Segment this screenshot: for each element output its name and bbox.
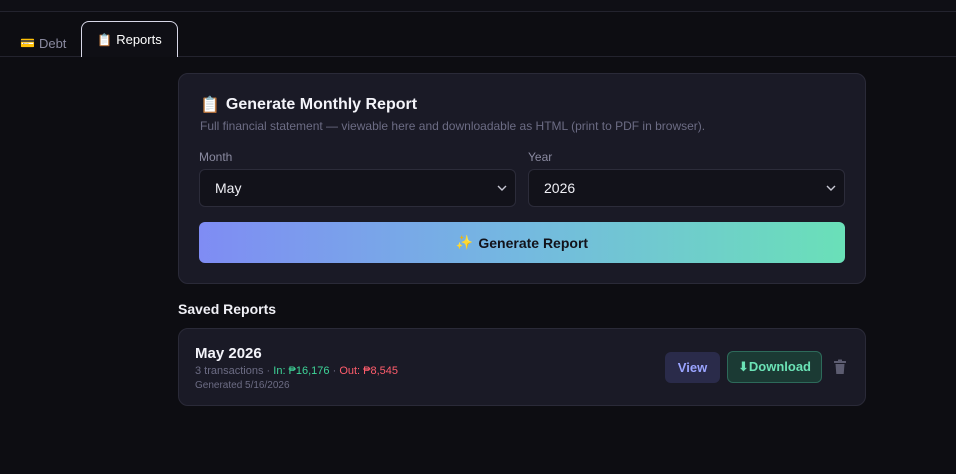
top-bar: [0, 0, 956, 12]
tab-reports[interactable]: 📋 Reports: [81, 21, 178, 57]
meta-separator: ·: [263, 365, 274, 377]
card-subtitle: Full financial statement — viewable here…: [200, 119, 706, 133]
report-income: In: ₱16,176: [273, 365, 330, 377]
generate-report-button[interactable]: ✨ Generate Report: [199, 222, 845, 263]
tab-reports-label: Reports: [116, 32, 162, 47]
year-select[interactable]: 2026: [528, 169, 845, 207]
trash-icon[interactable]: [833, 359, 847, 375]
report-expense: Out: ₱8,545: [339, 365, 399, 377]
download-button[interactable]: ⬇Download: [727, 351, 822, 383]
card-title: 📋 Generate Monthly Report: [200, 95, 417, 115]
report-name: May 2026: [195, 345, 262, 362]
month-label: Month: [199, 150, 233, 164]
list-item: May 2026 3 transactions · In: ₱16,176 · …: [178, 328, 866, 406]
year-select-value: 2026: [544, 180, 576, 196]
month-select[interactable]: May: [199, 169, 516, 207]
tab-debt-label: Debt: [38, 35, 67, 51]
report-transactions: 3 transactions: [195, 365, 264, 377]
clipboard-icon: 📋: [200, 97, 220, 114]
card-title-text: Generate Monthly Report: [225, 96, 418, 113]
clipboard-icon: 📋: [97, 32, 113, 47]
saved-reports-title: Saved Reports: [178, 301, 277, 317]
chevron-down-icon: [497, 182, 507, 194]
generate-report-card: 📋 Generate Monthly Report Full financial…: [178, 73, 866, 284]
report-generated-date: Generated 5/16/2026: [195, 380, 290, 391]
year-label: Year: [528, 150, 553, 164]
month-select-value: May: [215, 180, 242, 196]
sparkles-icon: ✨: [455, 234, 474, 250]
meta-separator: ·: [329, 365, 340, 377]
tab-debt[interactable]: 💳 Debt: [6, 25, 80, 61]
generate-report-label: Generate Report: [478, 234, 589, 251]
credit-card-icon: 💳: [20, 36, 35, 50]
view-button[interactable]: View: [665, 352, 720, 383]
report-meta: 3 transactions · In: ₱16,176 · Out: ₱8,5…: [195, 365, 398, 377]
tab-bar: 💳 Debt 📋 Reports: [0, 12, 956, 57]
chevron-down-icon: [826, 182, 836, 194]
